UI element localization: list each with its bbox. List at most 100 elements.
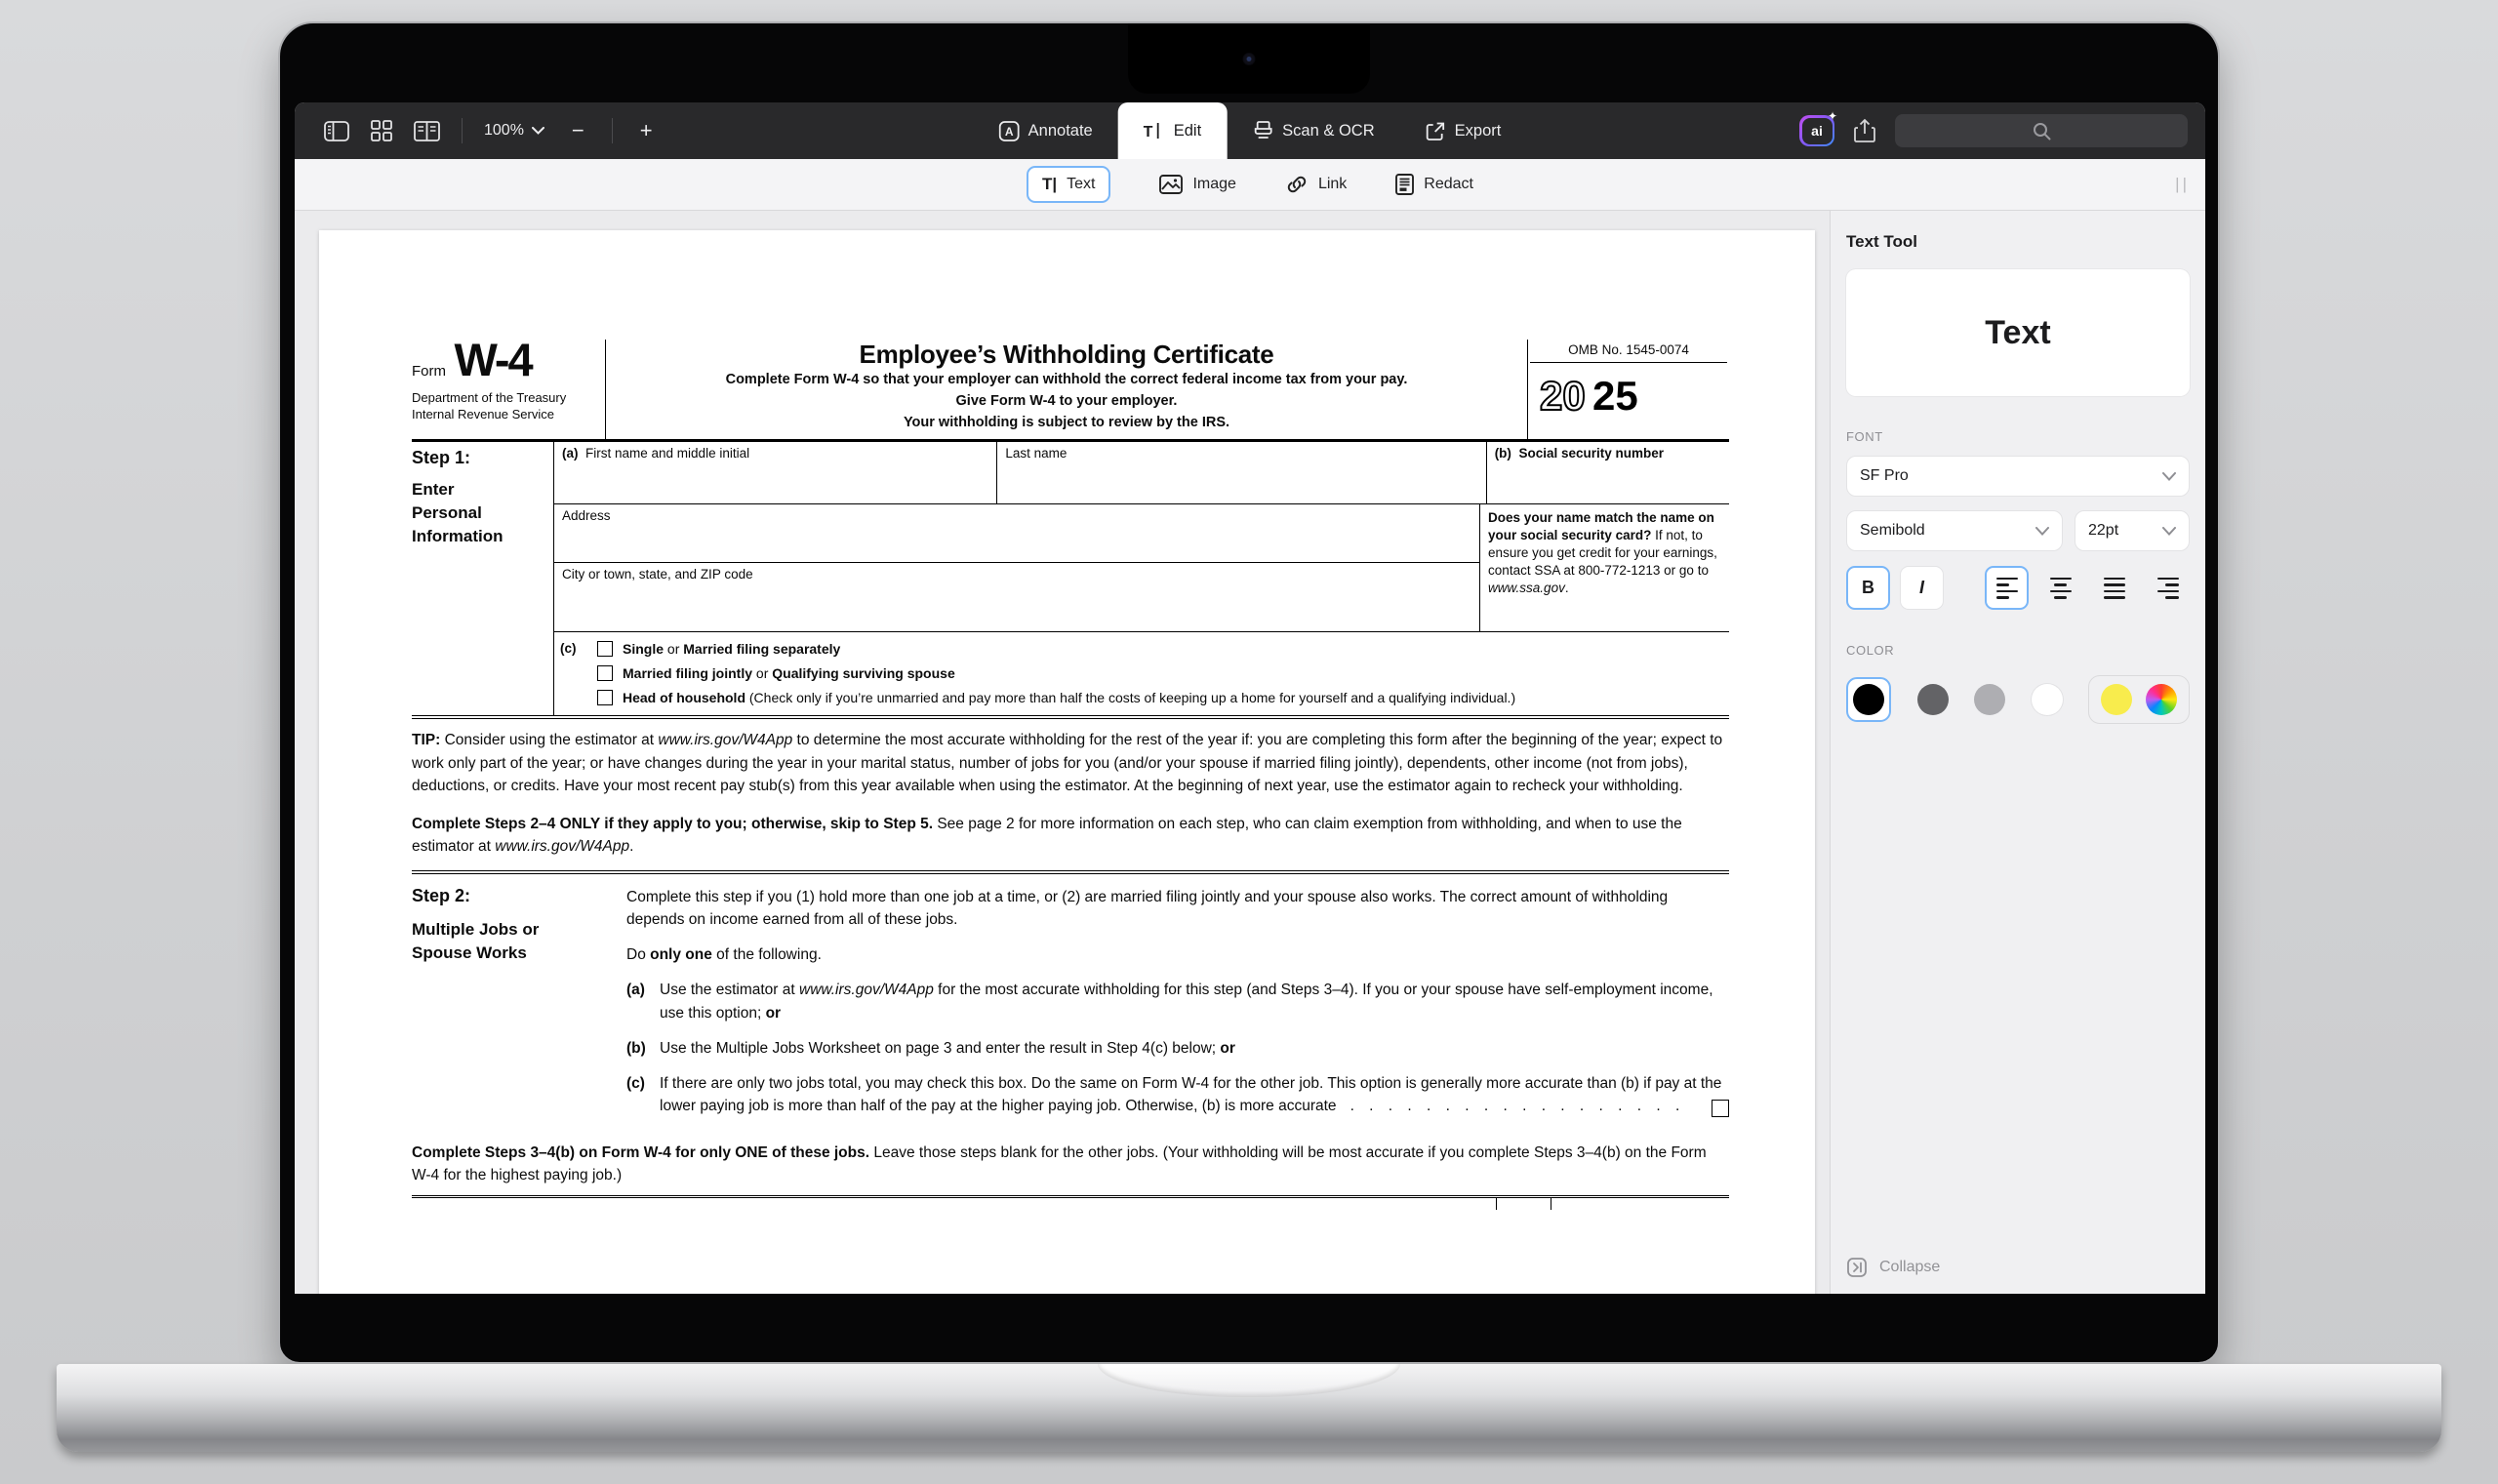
steps24-paragraph: Complete Steps 2–4 ONLY if they apply to… (412, 813, 1729, 859)
tab-edit[interactable]: T Edit (1118, 102, 1227, 159)
collapse-button[interactable]: Collapse (1846, 1257, 1940, 1278)
checkbox-married-jointly[interactable] (597, 665, 613, 681)
color-swatch-dark-gray[interactable] (1917, 684, 1949, 715)
tool-label: Text (1067, 176, 1095, 193)
align-justify-button[interactable] (2092, 566, 2136, 610)
font-size-select[interactable]: 22pt (2075, 510, 2190, 551)
step1-title: Enter Personal Information (412, 478, 525, 547)
align-center-button[interactable] (2038, 566, 2082, 610)
sidebar-panel-icon[interactable] (324, 121, 349, 141)
zoom-level-dropdown[interactable]: 100% (484, 122, 544, 140)
form-title: Employee’s Withholding Certificate (618, 340, 1515, 370)
first-name-field[interactable]: (a) First name and middle initial (554, 442, 996, 503)
zoom-level-value: 100% (484, 122, 524, 140)
form-header: Form W-4 Department of the Treasury Inte… (412, 340, 1729, 442)
step2-title: Multiple Jobs or Spouse Works (412, 918, 568, 966)
step2-body: Complete this step if you (1) hold more … (626, 886, 1729, 1118)
color-section-label: COLOR (1846, 643, 2190, 658)
align-right-button[interactable] (2146, 566, 2190, 610)
city-state-zip-field[interactable]: City or town, state, and ZIP code (554, 563, 1479, 631)
search-input[interactable] (1895, 114, 2188, 147)
step1-fields: (a) First name and middle initial Last n… (553, 442, 1729, 715)
form-subtitle-2: Give Form W-4 to your employer. (618, 391, 1515, 413)
tool-text[interactable]: T| Text (1027, 166, 1110, 203)
tip-paragraph: TIP: Consider using the estimator at www… (412, 729, 1729, 797)
section-divider (412, 870, 1729, 874)
form-title-block: Employee’s Withholding Certificate Compl… (605, 340, 1528, 439)
form-id-block: Form W-4 Department of the Treasury Inte… (412, 340, 605, 439)
zoom-out-button[interactable]: − (566, 120, 590, 141)
font-family-select[interactable]: SF Pro (1846, 456, 2190, 497)
step1-label-col: Step 1: Enter Personal Information (412, 442, 553, 715)
italic-button[interactable]: I (1900, 566, 1944, 610)
tab-export[interactable]: Export (1400, 102, 1527, 159)
tab-label: Export (1455, 122, 1502, 140)
address-field[interactable]: Address (554, 504, 1479, 563)
tool-label: Redact (1424, 176, 1473, 193)
ai-assistant-icon[interactable]: ai ✦ (1799, 115, 1834, 146)
step2-do-line: Do only one of the following. (626, 943, 1729, 966)
scan-icon (1252, 120, 1273, 141)
checkbox-two-jobs[interactable] (1712, 1100, 1729, 1117)
link-icon (1285, 174, 1309, 195)
thumbnail-grid-icon[interactable] (371, 120, 392, 141)
align-left-button[interactable] (1985, 566, 2029, 610)
checkbox-single[interactable] (597, 641, 613, 657)
annotate-icon: A (999, 121, 1020, 141)
tab-annotate[interactable]: A Annotate (974, 102, 1118, 159)
color-wheel-picker[interactable] (2146, 684, 2177, 715)
tool-label: Image (1192, 176, 1235, 193)
ssa-note: Does your name match the name on your so… (1479, 504, 1729, 631)
content-row: Form W-4 Department of the Treasury Inte… (295, 211, 2205, 1294)
omb-divider (1530, 362, 1727, 363)
toolbar-right-group: ai ✦ (1799, 114, 2205, 147)
pdf-page[interactable]: Form W-4 Department of the Treasury Inte… (319, 230, 1815, 1294)
tool-image[interactable]: Image (1159, 175, 1235, 194)
app-window: 100% − + A Annotate T Edit (295, 102, 2205, 1294)
steps34-paragraph: Complete Steps 3–4(b) on Form W-4 for on… (412, 1142, 1729, 1187)
checkbox-head-of-household[interactable] (597, 690, 613, 705)
tab-label: Edit (1174, 122, 1201, 140)
color-swatch-gray[interactable] (1974, 684, 2005, 715)
redact-icon (1395, 174, 1414, 195)
font-weight-select[interactable]: Semibold (1846, 510, 2063, 551)
share-icon[interactable] (1854, 118, 1875, 143)
last-name-field[interactable]: Last name (996, 442, 1485, 503)
form-number: W-4 (454, 340, 531, 381)
cutoff-table-row (412, 1198, 1729, 1210)
toolbar-divider (462, 118, 463, 143)
zoom-in-button[interactable]: + (634, 120, 659, 141)
sidebar-title: Text Tool (1846, 232, 2190, 252)
image-icon (1159, 175, 1183, 194)
sparkle-icon: ✦ (1828, 109, 1837, 123)
svg-text:20: 20 (1540, 373, 1586, 418)
two-page-view-icon[interactable] (414, 121, 440, 141)
mode-tabs: A Annotate T Edit Scan & OCR Export (974, 102, 1527, 159)
color-swatch-yellow[interactable] (2101, 684, 2132, 715)
filing-status-row: (c) Single or Married filing separately (554, 631, 1729, 715)
tool-link[interactable]: Link (1285, 174, 1347, 195)
tool-redact[interactable]: Redact (1395, 174, 1473, 195)
color-swatches (1846, 675, 2190, 724)
tools-group: T| Text Image Link Redact (1027, 166, 1473, 203)
font-size-value: 22pt (2088, 522, 2118, 540)
step2-section: Step 2: Multiple Jobs or Spouse Works Co… (412, 886, 1729, 1118)
tab-scan-ocr[interactable]: Scan & OCR (1227, 102, 1399, 159)
dotted-leader: . . . . . . . . . . . . . . . . . . (1337, 1098, 1680, 1114)
ssn-field[interactable]: (b) Social security number (1486, 442, 1729, 503)
font-family-value: SF Pro (1860, 467, 1909, 485)
color-swatch-black[interactable] (1846, 677, 1891, 722)
edit-text-icon: T (1144, 121, 1165, 140)
filing-status-option: Single or Married filing separately (597, 641, 1515, 657)
export-icon (1426, 121, 1446, 141)
subbar-grip-handle[interactable]: || (2175, 175, 2190, 194)
bold-button[interactable]: B (1846, 566, 1890, 610)
color-swatch-white[interactable] (2032, 684, 2063, 715)
step1-label: Step 1: (412, 448, 553, 468)
step2-label-col: Step 2: Multiple Jobs or Spouse Works (412, 886, 626, 1118)
omb-year-block: OMB No. 1545-0074 2025 (1528, 340, 1729, 439)
text-tool-icon: T| (1042, 175, 1057, 194)
omb-number: OMB No. 1545-0074 (1528, 340, 1729, 362)
text-style-preview[interactable]: Text (1846, 269, 2190, 396)
laptop-base (57, 1364, 2441, 1452)
